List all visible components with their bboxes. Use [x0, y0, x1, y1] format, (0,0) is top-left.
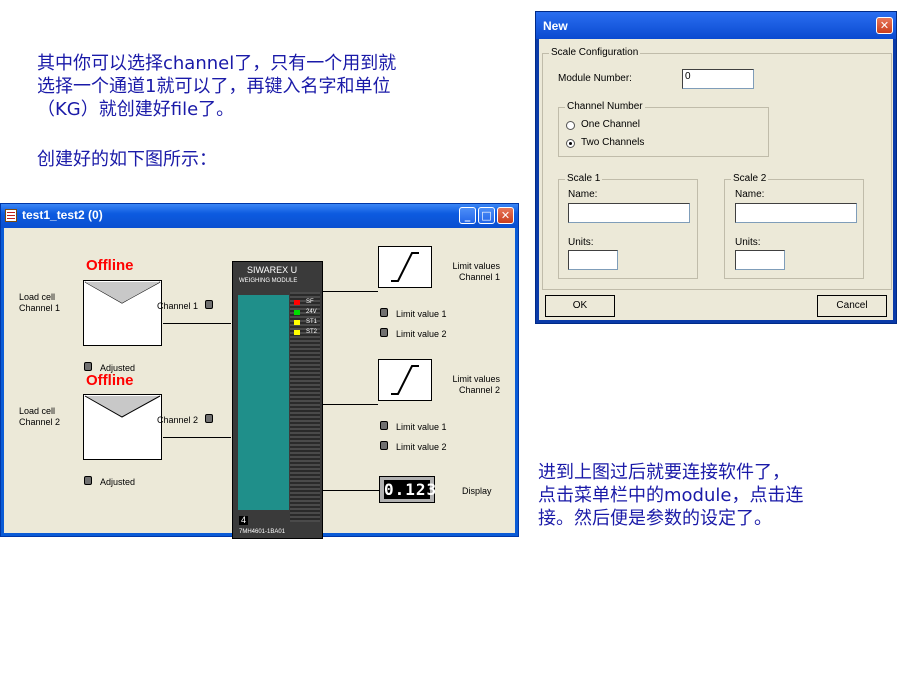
envelope-icon	[84, 395, 161, 418]
top-line-2: 选择一个通道1就可以了，再键入名字和单位	[37, 76, 391, 97]
close-button[interactable]: ✕	[497, 207, 514, 224]
display-readout: 0.123	[384, 480, 438, 499]
sf-led	[294, 300, 300, 305]
st1-label: ST1	[306, 319, 318, 325]
scale-2-name-input[interactable]	[735, 203, 857, 223]
limit-1-1-label: Limit value 1	[396, 309, 447, 319]
adjusted-2-label: Adjusted	[100, 477, 136, 487]
channel-1-label: Channel 1	[157, 301, 199, 311]
dialog-body: Scale Configuration Module Number: 0 Cha…	[539, 39, 893, 320]
connector	[323, 291, 378, 292]
display-icon[interactable]: 0.123	[379, 476, 438, 503]
top-paragraph: 其中你可以选择channel了，只有一个用到就 选择一个通道1就可以了，再键入名…	[37, 52, 396, 121]
maximize-button[interactable]: □	[478, 207, 495, 224]
24v-led	[294, 310, 300, 315]
limit-1-2-label: Limit value 2	[396, 329, 447, 339]
dialog-titlebar[interactable]: New ✕	[536, 12, 896, 39]
limit-2-2-label: Limit value 2	[396, 442, 447, 452]
scale-1-name-input[interactable]	[568, 203, 690, 223]
ok-button[interactable]: OK	[545, 295, 615, 317]
one-channel-label[interactable]: One Channel	[581, 119, 640, 131]
limit-2-2-led	[380, 441, 388, 450]
mid-paragraph: 创建好的如下图所示：	[37, 149, 217, 170]
adjusted-1-led	[84, 362, 92, 371]
limit-channel-2-icon[interactable]	[378, 359, 432, 401]
bottom-line-1: 进到上图过后就要连接软件了，	[538, 462, 790, 483]
scale-2-label: Scale 2	[731, 173, 769, 185]
channel-1-led	[205, 300, 213, 309]
scale-configuration-label: Scale Configuration	[549, 47, 641, 59]
channel-number-group: Channel Number	[558, 101, 769, 157]
new-dialog: New ✕ Scale Configuration Module Number:…	[535, 11, 897, 324]
module-number-input[interactable]: 0	[682, 69, 754, 89]
module-brand: SIWAREX U	[247, 265, 298, 275]
cancel-button[interactable]: Cancel	[817, 295, 887, 317]
limit-2-1-label: Limit value 1	[396, 422, 447, 432]
st2-label: ST2	[306, 329, 318, 335]
module-subtitle: WEIGHING MODULE	[239, 278, 298, 284]
module-ventilation	[290, 292, 320, 522]
scale-1-units-input[interactable]	[568, 250, 618, 270]
load-cell-2-label: Load cell Channel 2	[19, 406, 61, 427]
channel-2-status: Offline	[86, 372, 134, 389]
dialog-title: New	[543, 19, 568, 33]
connector	[323, 404, 378, 405]
module-screen	[238, 295, 289, 510]
dialog-close-button[interactable]: ✕	[876, 17, 893, 34]
minimize-button[interactable]: _	[459, 207, 476, 224]
scale-1-name-label: Name:	[568, 189, 598, 200]
limit-channel-1-icon[interactable]	[378, 246, 432, 288]
scale-1-units-label: Units:	[568, 237, 594, 248]
bottom-line-3: 接。然后便是参数的设定了。	[538, 508, 772, 529]
ramp-icon	[391, 365, 419, 395]
module-slot: 4	[239, 515, 249, 525]
scale-1-label: Scale 1	[565, 173, 603, 185]
top-line-1: 其中你可以选择channel了，只有一个用到就	[37, 53, 397, 74]
bottom-paragraph: 进到上图过后就要连接软件了， 点击菜单栏中的module，点击连 接。然后便是参…	[538, 461, 803, 530]
load-cell-1-label: Load cell Channel 1	[19, 292, 61, 313]
scale-2-units-input[interactable]	[735, 250, 785, 270]
scale-2-units-label: Units:	[735, 237, 761, 248]
channel-2-label: Channel 2	[157, 415, 199, 425]
limit-1-2-led	[380, 328, 388, 337]
one-channel-radio[interactable]	[566, 121, 575, 130]
window-body: Offline Load cell Channel 1 Adjusted Cha…	[4, 228, 515, 539]
load-cell-1-icon[interactable]	[83, 280, 162, 346]
siwarex-module[interactable]: SIWAREX U WEIGHING MODULE SF 24V ST1 ST2…	[232, 261, 323, 539]
top-line-3: （KG）就创建好file了。	[37, 99, 235, 120]
adjusted-2-led	[84, 476, 92, 485]
display-label: Display	[462, 486, 492, 496]
document-icon	[5, 209, 17, 222]
st2-led	[294, 330, 300, 335]
channel-1-status: Offline	[86, 257, 134, 274]
module-number-label: Module Number:	[558, 73, 632, 84]
limit-1-1-led	[380, 308, 388, 317]
two-channels-label[interactable]: Two Channels	[581, 137, 644, 149]
connector	[163, 323, 231, 324]
channel-number-label: Channel Number	[565, 101, 645, 113]
limit-2-1-led	[380, 421, 388, 430]
envelope-icon	[84, 281, 161, 304]
24v-label: 24V	[306, 309, 317, 315]
sf-label: SF	[306, 299, 314, 305]
channel-2-led	[205, 414, 213, 423]
two-channels-radio[interactable]	[566, 139, 575, 148]
load-cell-2-icon[interactable]	[83, 394, 162, 460]
st1-led	[294, 320, 300, 325]
limit-channel-1-title: Limit values Channel 1	[452, 261, 500, 282]
module-window: test1_test2 (0) _ □ ✕ Offline Load cell …	[0, 203, 519, 539]
window-titlebar[interactable]: test1_test2 (0) _ □ ✕	[1, 204, 518, 228]
scale-2-name-label: Name:	[735, 189, 765, 200]
ramp-icon	[391, 252, 419, 282]
connector	[163, 437, 231, 438]
bottom-line-2: 点击菜单栏中的module，点击连	[538, 485, 804, 506]
connector	[323, 490, 382, 491]
module-order-number: 7MH4601-1BA01	[239, 529, 286, 535]
window-title: test1_test2 (0)	[22, 208, 103, 222]
limit-channel-2-title: Limit values Channel 2	[452, 374, 500, 395]
